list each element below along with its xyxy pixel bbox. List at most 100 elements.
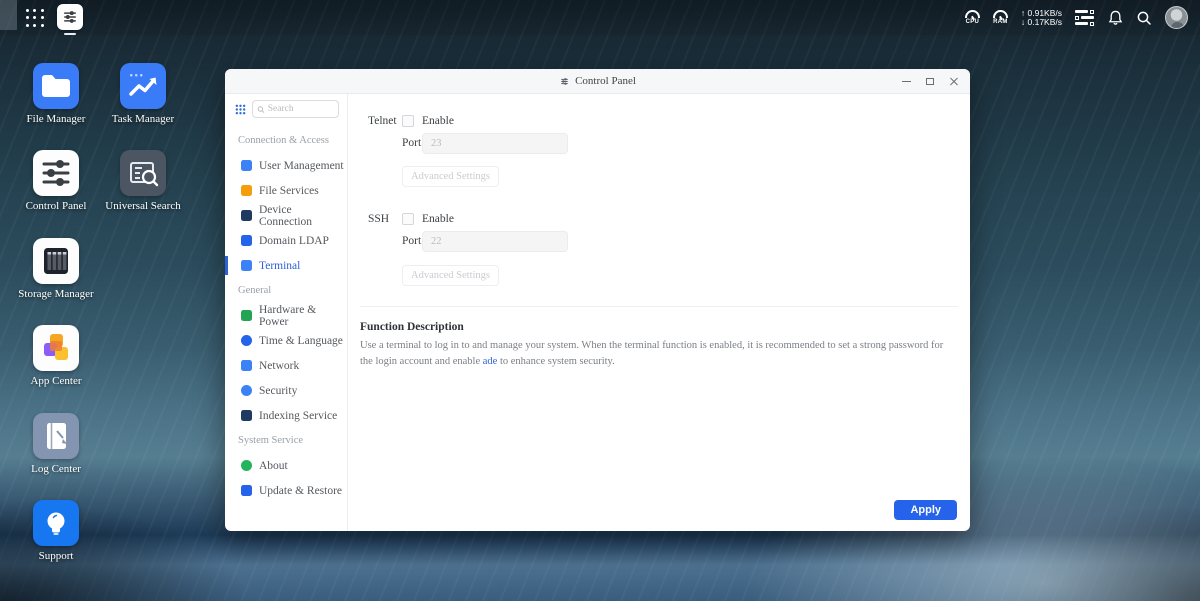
desktop-icon-label: Universal Search	[105, 200, 181, 212]
desktop-icon-app-center[interactable]: App Center	[9, 325, 103, 387]
desktop-icon-task-manager[interactable]: Task Manager	[96, 63, 190, 125]
sliders-icon	[561, 77, 568, 85]
search-icon	[257, 105, 265, 113]
search-icon	[1137, 11, 1151, 25]
shield-icon	[241, 385, 252, 396]
sidebar-item-update-restore[interactable]: Update & Restore	[225, 478, 347, 503]
telnet-advanced-settings-button[interactable]: Advanced Settings	[402, 166, 499, 187]
window-titlebar[interactable]: Control Panel	[225, 69, 970, 94]
desktop-icon-label: Task Manager	[111, 113, 175, 125]
sidebar-item-terminal[interactable]: Terminal	[225, 253, 347, 278]
device-icon	[241, 210, 252, 221]
apply-button[interactable]: Apply	[894, 500, 957, 520]
minimize-button[interactable]	[900, 75, 912, 87]
sliders-icon	[42, 160, 70, 186]
download-speed: ↓ 0.17KB/s	[1020, 16, 1062, 27]
telnet-port-input[interactable]	[422, 133, 568, 154]
maximize-button[interactable]	[924, 75, 936, 87]
search-input[interactable]	[267, 104, 334, 114]
global-search-button[interactable]	[1136, 10, 1152, 26]
sidebar-item-label: Device Connection	[259, 203, 313, 228]
description-text-before: Use a terminal to log in to and manage y…	[360, 340, 944, 368]
sidebar-item-user-management[interactable]: User Management	[225, 153, 347, 178]
notebook-icon	[47, 423, 67, 449]
sidebar-item-label: User Management	[259, 159, 344, 172]
sidebar-item-hardware-power[interactable]: Hardware & Power	[225, 303, 347, 328]
ram-gauge[interactable]: RAM	[992, 10, 1008, 25]
sidebar-search-box[interactable]	[252, 100, 339, 118]
telnet-group-label: Telnet	[368, 115, 397, 127]
description-link[interactable]: ade	[483, 356, 498, 367]
sidebar-item-label: Security	[259, 384, 298, 397]
desktop-icon-support[interactable]: Support	[9, 500, 103, 562]
chip-icon	[241, 310, 252, 321]
sidebar-item-domain-ldap[interactable]: Domain LDAP	[225, 228, 347, 253]
sidebar-item-label: Indexing Service	[259, 409, 338, 422]
ssh-enable-checkbox[interactable]	[402, 213, 414, 225]
folder-icon	[241, 185, 252, 196]
sidebar-item-label: Hardware & Power	[259, 303, 317, 328]
sidebar-item-label: Network	[259, 359, 300, 372]
desktop-icon-file-manager[interactable]: File Manager	[9, 63, 103, 125]
ssh-advanced-settings-button[interactable]: Advanced Settings	[402, 265, 499, 286]
update-icon	[241, 485, 252, 496]
telnet-port-label: Port	[402, 137, 422, 149]
app-squares-icon	[44, 334, 68, 360]
terminal-icon	[241, 260, 252, 271]
sidebar-item-device-connection[interactable]: Device Connection	[225, 203, 347, 228]
sidebar-item-label: File Services	[259, 184, 319, 197]
cpu-gauge[interactable]: CPU	[964, 10, 980, 25]
function-description-text: Use a terminal to log in to and manage y…	[360, 338, 958, 371]
network-speed-indicator[interactable]: ↑ 0.91KB/s ↓ 0.17KB/s	[1020, 8, 1062, 27]
sidebar-item-security[interactable]: Security	[225, 378, 347, 403]
desktop-icon-log-center[interactable]: Log Center	[9, 413, 103, 475]
sidebar-item-label: Update & Restore	[259, 484, 343, 497]
notifications-button[interactable]	[1108, 10, 1123, 26]
info-icon	[241, 460, 252, 471]
close-button[interactable]	[948, 75, 960, 87]
function-description-title: Function Description	[360, 321, 464, 333]
disk-array-icon	[44, 248, 68, 274]
sidebar-item-file-services[interactable]: File Services	[225, 178, 347, 203]
sidebar-item-network[interactable]: Network	[225, 353, 347, 378]
desktop-icon-label: Storage Manager	[18, 288, 94, 300]
lightbulb-icon	[47, 512, 65, 535]
folder-icon	[42, 75, 70, 97]
desktop-icon-label: App Center	[30, 375, 82, 387]
desktop-icon-universal-search[interactable]: Universal Search	[96, 150, 190, 212]
sidebar-item-label: Terminal	[259, 259, 301, 272]
control-panel-window: Control Panel Search Connection & Access…	[225, 69, 970, 531]
telnet-enable-checkbox[interactable]	[402, 115, 414, 127]
sidebar-item-about[interactable]: About	[225, 453, 347, 478]
sidebar-item-time-language[interactable]: Time & Language	[225, 328, 347, 353]
ssh-port-input[interactable]	[422, 231, 568, 252]
desktop-icon-control-panel[interactable]: Control Panel	[9, 150, 103, 212]
gauge-icon	[992, 10, 1008, 18]
desktop: CPU RAM ↑ 0.91KB/s ↓ 0.17KB/s File Manag…	[0, 0, 1200, 601]
app-launcher-icon[interactable]	[26, 9, 45, 28]
top-bar: CPU RAM ↑ 0.91KB/s ↓ 0.17KB/s	[0, 0, 1200, 35]
sidebar-item-indexing-service[interactable]: Indexing Service	[225, 403, 347, 428]
ssh-enable-label: Enable	[422, 213, 454, 225]
section-divider	[360, 306, 958, 307]
taskbar-item-control-panel[interactable]	[57, 4, 83, 36]
topbar-status-cluster: CPU RAM ↑ 0.91KB/s ↓ 0.17KB/s	[964, 0, 1188, 35]
background-tasks-icon[interactable]	[1075, 9, 1095, 26]
user-avatar[interactable]	[1165, 6, 1188, 29]
desktop-icon-label: Support	[38, 550, 74, 562]
trend-chart-icon	[129, 74, 157, 96]
bell-icon	[1108, 10, 1123, 25]
section-title: System Service	[238, 435, 304, 446]
desktop-icon-storage-manager[interactable]: Storage Manager	[9, 238, 103, 300]
sidebar-item-label: About	[259, 459, 288, 472]
ssh-group-label: SSH	[368, 213, 390, 225]
category-grid-icon[interactable]	[235, 104, 246, 115]
sidebar-item-label: Time & Language	[259, 334, 343, 347]
description-text-after: to enhance system security.	[497, 356, 615, 368]
network-icon	[241, 360, 252, 371]
user-icon	[241, 160, 252, 171]
screen-edge-panel	[0, 0, 17, 30]
gauge-icon	[964, 10, 980, 18]
desktop-icon-label: Control Panel	[25, 200, 87, 212]
section-title: General	[238, 285, 272, 296]
